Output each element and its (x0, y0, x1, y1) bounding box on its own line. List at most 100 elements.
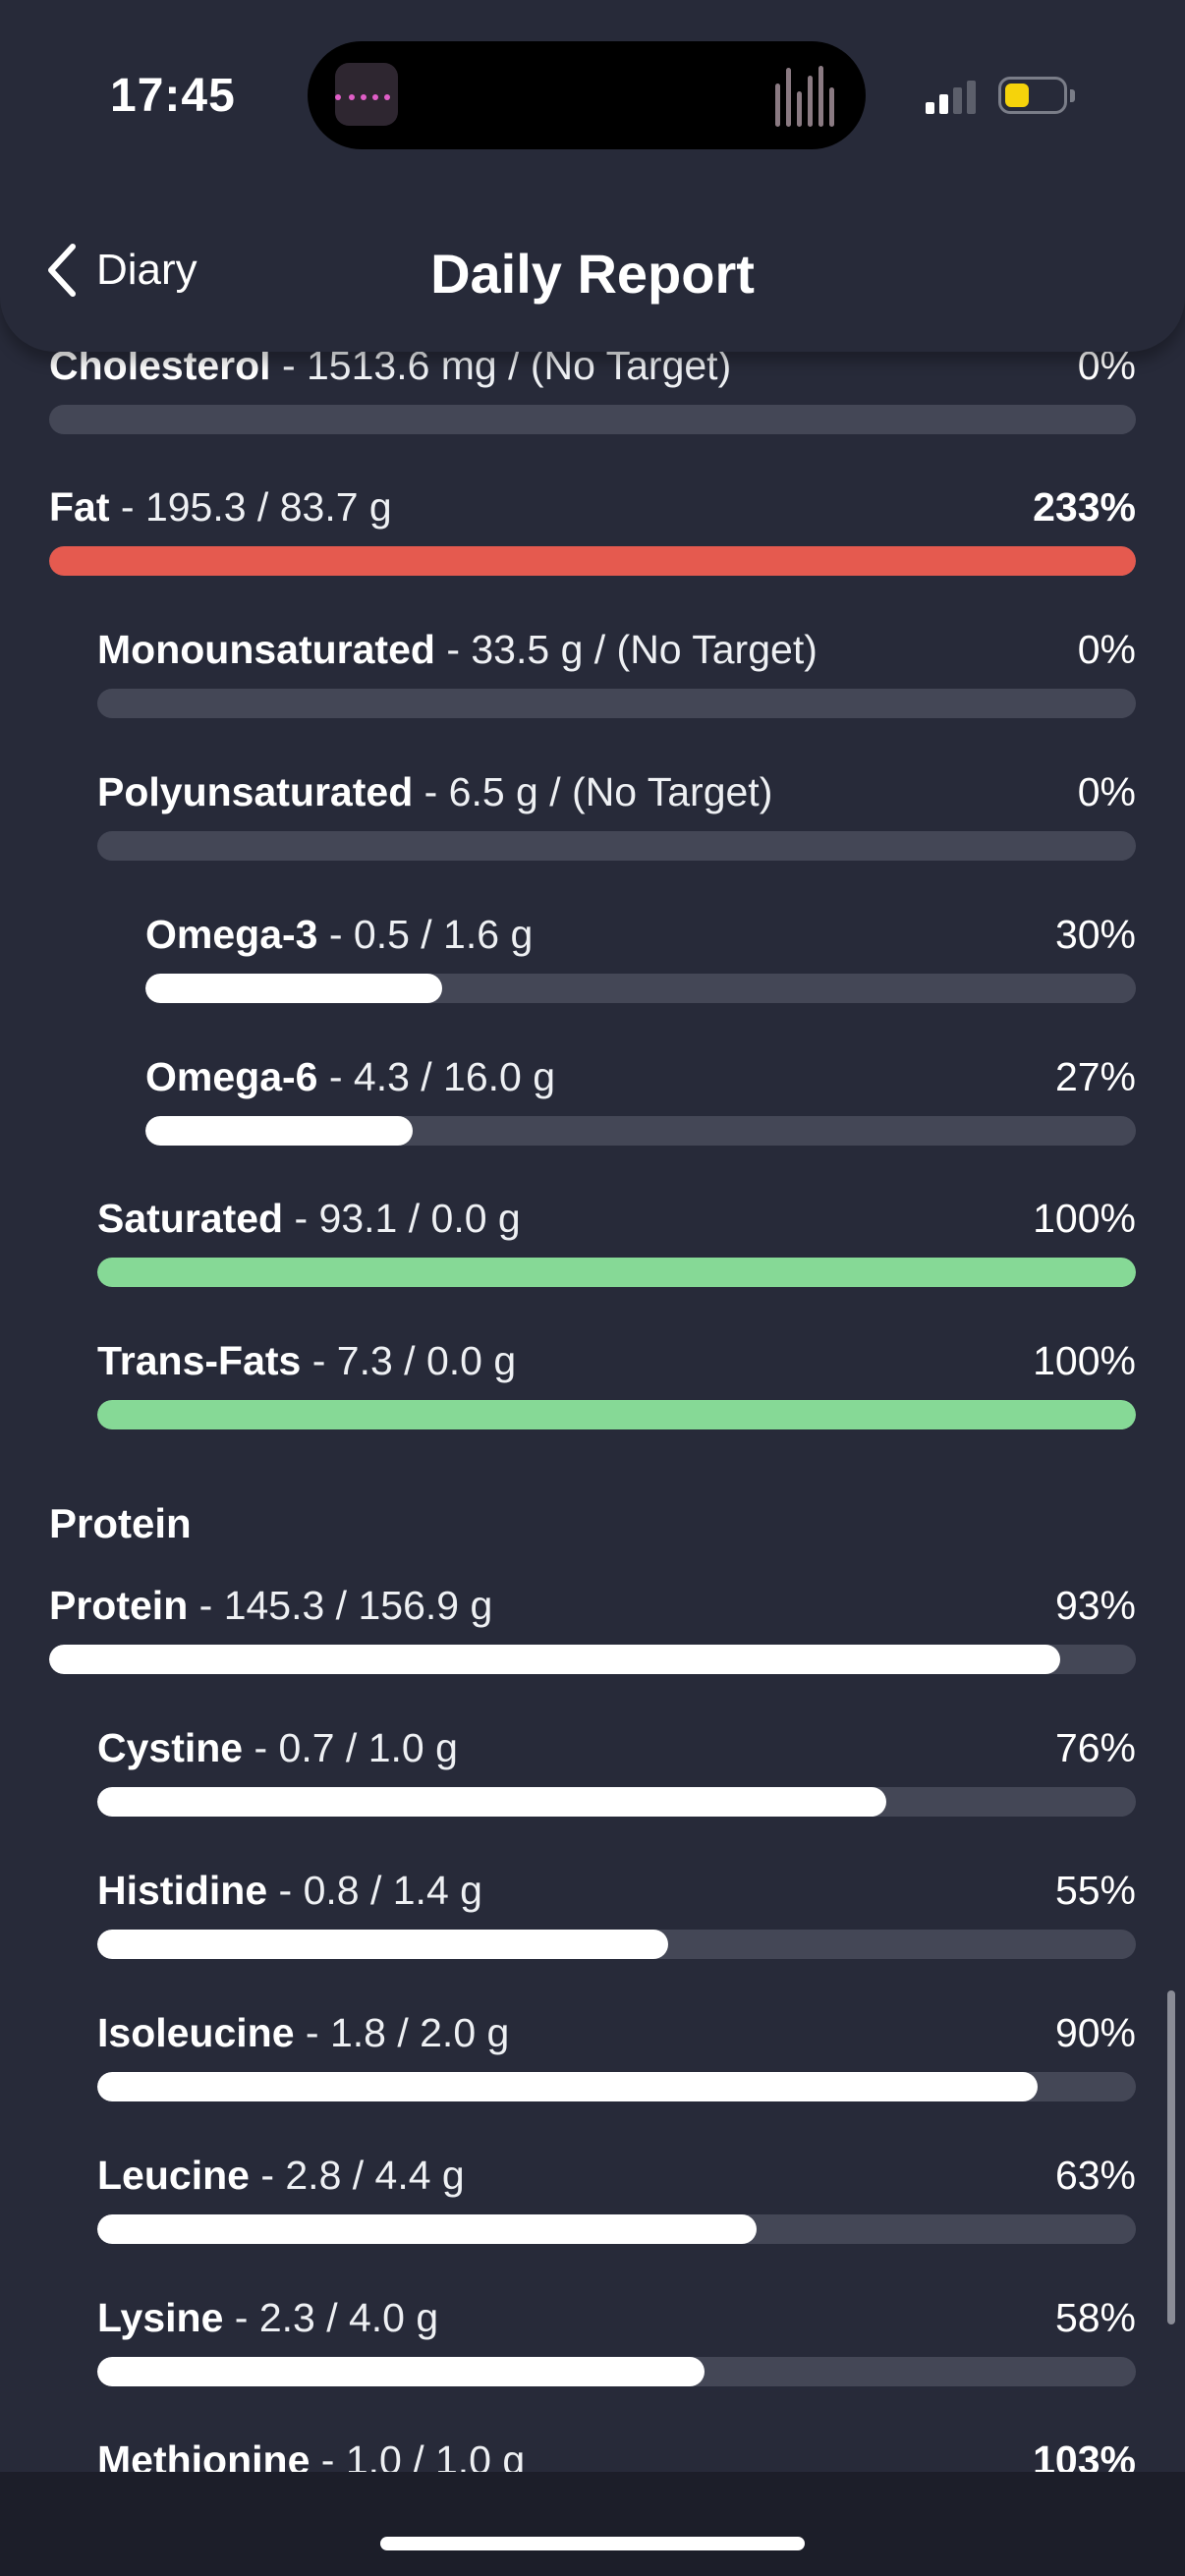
nutrient-separator: - (249, 2153, 286, 2198)
progress-track (97, 1258, 1136, 1287)
nutrient-percent: 93% (1054, 1583, 1136, 1628)
nutrient-percent: 0% (1077, 627, 1136, 672)
nutrient-row-monounsaturated[interactable]: Monounsaturated - 33.5 g / (No Target) 0% (97, 624, 1136, 718)
nutrient-row-omega-3[interactable]: Omega-3 - 0.5 / 1.6 g 30% (145, 909, 1136, 1003)
nutrient-label: Histidine - 0.8 / 1.4 g (97, 1865, 1136, 1916)
nutrient-separator: - (283, 1196, 319, 1241)
nutrient-percent: 30% (1054, 912, 1136, 957)
nutrient-name: Saturated (97, 1196, 284, 1241)
status-bar: 17:45 (0, 0, 1185, 187)
nutrient-amount: 33.5 g / (No Target) (471, 627, 818, 672)
nutrient-label: Trans-Fats - 7.3 / 0.0 g (97, 1335, 1136, 1386)
nutrient-amount: 2.8 / 4.4 g (285, 2153, 465, 2198)
progress-fill (145, 1116, 414, 1146)
nutrient-row-isoleucine[interactable]: Isoleucine - 1.8 / 2.0 g 90% (97, 2007, 1136, 2101)
progress-fill (97, 1787, 887, 1817)
nutrient-row-histidine[interactable]: Histidine - 0.8 / 1.4 g 55% (97, 1865, 1136, 1959)
progress-track (49, 405, 1136, 434)
nutrient-separator: - (317, 912, 354, 957)
nutrient-label: Polyunsaturated - 6.5 g / (No Target) (97, 766, 1136, 817)
nutrient-label: Isoleucine - 1.8 / 2.0 g (97, 2007, 1136, 2058)
progress-fill (97, 2072, 1038, 2101)
nutrient-label: Leucine - 2.8 / 4.4 g (97, 2150, 1136, 2201)
nutrient-name: Omega-6 (145, 1054, 318, 1099)
nutrient-row-cholesterol[interactable]: Cholesterol - 1513.6 mg / (No Target) 0% (49, 340, 1136, 434)
nutrient-amount: 93.1 / 0.0 g (318, 1196, 521, 1241)
progress-fill (97, 2357, 705, 2386)
progress-track (49, 546, 1136, 576)
nutrient-row-polyunsaturated[interactable]: Polyunsaturated - 6.5 g / (No Target) 0% (97, 766, 1136, 861)
nutrient-separator: - (109, 484, 145, 530)
progress-fill (97, 2214, 758, 2244)
nutrient-amount: 1.8 / 2.0 g (329, 2010, 510, 2055)
nutrient-name: Protein (49, 1583, 189, 1628)
progress-track (145, 1116, 1136, 1146)
nutrient-separator: - (434, 627, 472, 672)
progress-track (97, 1400, 1136, 1429)
progress-track (97, 1787, 1136, 1817)
nutrient-label: Fat - 195.3 / 83.7 g (49, 481, 1136, 532)
nutrient-label: Omega-3 - 0.5 / 1.6 g (145, 909, 1136, 960)
scroll-indicator[interactable] (1167, 1990, 1175, 2324)
nutrient-row-leucine[interactable]: Leucine - 2.8 / 4.4 g 63% (97, 2150, 1136, 2244)
progress-fill (97, 1930, 669, 1959)
navigation-bar: Diary Daily Report (0, 187, 1185, 352)
nutrient-label: Omega-6 - 4.3 / 16.0 g (145, 1051, 1136, 1102)
progress-track (97, 1930, 1136, 1959)
nutrient-amount: 2.3 / 4.0 g (258, 2295, 439, 2340)
nutrient-percent: 0% (1077, 769, 1136, 814)
nutrient-amount: 145.3 / 156.9 g (223, 1583, 493, 1628)
nutrient-separator: - (223, 2295, 259, 2340)
nutrient-percent: 100% (1033, 1338, 1136, 1383)
live-activity-app-icon (335, 63, 398, 126)
home-indicator[interactable] (380, 2537, 805, 2550)
nutrient-row-cystine[interactable]: Cystine - 0.7 / 1.0 g 76% (97, 1722, 1136, 1817)
nutrient-percent: 63% (1054, 2153, 1136, 2198)
nutrient-name: Monounsaturated (97, 627, 435, 672)
progress-fill (97, 1400, 1136, 1429)
nutrient-name: Fat (49, 484, 110, 530)
battery-icon (998, 77, 1067, 114)
progress-track (97, 2357, 1136, 2386)
nutrient-name: Omega-3 (145, 912, 318, 957)
nutrient-percent: 233% (1033, 484, 1136, 530)
nutrient-separator: - (413, 769, 449, 814)
nutrient-separator: - (243, 1725, 279, 1770)
nutrient-name: Lysine (97, 2295, 224, 2340)
progress-fill (49, 1645, 1060, 1674)
progress-fill (145, 974, 443, 1003)
nutrient-label: Monounsaturated - 33.5 g / (No Target) (97, 624, 1136, 675)
nutrient-percent: 58% (1054, 2295, 1136, 2340)
nutrient-percent: 90% (1054, 2010, 1136, 2055)
nutrient-row-fat[interactable]: Fat - 195.3 / 83.7 g 233% (49, 481, 1136, 576)
nutrient-separator: - (294, 2010, 330, 2055)
page-title: Daily Report (430, 243, 755, 305)
nutrient-row-lysine[interactable]: Lysine - 2.3 / 4.0 g 58% (97, 2292, 1136, 2386)
progress-track (97, 2072, 1136, 2101)
nutrient-separator: - (317, 1054, 354, 1099)
audio-waveform-icon (775, 66, 838, 127)
nutrient-name: Isoleucine (97, 2010, 295, 2055)
nutrient-label: Cystine - 0.7 / 1.0 g (97, 1722, 1136, 1773)
progress-track (97, 2214, 1136, 2244)
nutrient-percent: 76% (1054, 1725, 1136, 1770)
home-bar-area (0, 2472, 1185, 2576)
nutrient-name: Histidine (97, 1868, 268, 1913)
nutrient-row-trans-fats[interactable]: Trans-Fats - 7.3 / 0.0 g 100% (97, 1335, 1136, 1429)
progress-track (97, 689, 1136, 718)
nutrient-separator: - (267, 1868, 304, 1913)
nutrient-name: Polyunsaturated (97, 769, 414, 814)
nutrient-row-protein[interactable]: Protein - 145.3 / 156.9 g 93% (49, 1580, 1136, 1674)
nutrient-amount: 7.3 / 0.0 g (336, 1338, 517, 1383)
progress-track (97, 831, 1136, 861)
cellular-signal-icon (926, 81, 981, 114)
nutrient-percent: 27% (1054, 1054, 1136, 1099)
progress-track (145, 974, 1136, 1003)
section-header-protein: Protein (49, 1500, 192, 1546)
dynamic-island[interactable] (308, 41, 866, 149)
nutrient-amount: 195.3 / 83.7 g (144, 484, 392, 530)
nutrient-separator: - (301, 1338, 337, 1383)
nutrient-row-omega-6[interactable]: Omega-6 - 4.3 / 16.0 g 27% (145, 1051, 1136, 1146)
nutrient-amount: 0.8 / 1.4 g (303, 1868, 482, 1913)
nutrient-row-saturated[interactable]: Saturated - 93.1 / 0.0 g 100% (97, 1193, 1136, 1287)
